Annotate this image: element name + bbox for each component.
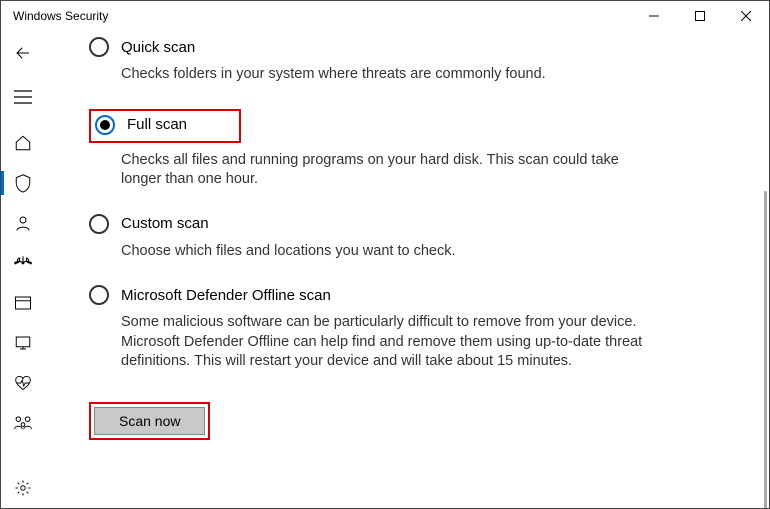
scan-option-quick: Quick scan Checks folders in your system…: [89, 37, 729, 85]
option-description: Checks folders in your system where thre…: [121, 65, 661, 85]
radio-custom-scan[interactable]: Custom scan: [89, 214, 729, 234]
scrollbar[interactable]: [761, 61, 767, 506]
radio-label: Custom scan: [121, 215, 209, 232]
close-button[interactable]: [723, 1, 769, 31]
maximize-button[interactable]: [677, 1, 723, 31]
radio-full-scan[interactable]: Full scan: [95, 115, 187, 135]
radio-quick-scan[interactable]: Quick scan: [89, 37, 729, 57]
scan-option-custom: Custom scan Choose which files and locat…: [89, 214, 729, 262]
nav-account-protection[interactable]: [1, 203, 45, 243]
window-frame: Windows Security: [0, 0, 770, 509]
option-description: Some malicious software can be particula…: [121, 313, 661, 372]
nav-device-security[interactable]: [1, 323, 45, 363]
nav-app-browser-control[interactable]: [1, 283, 45, 323]
radio-label: Full scan: [127, 116, 187, 133]
option-description: Checks all files and running programs on…: [121, 151, 661, 190]
body: Quick scan Checks folders in your system…: [1, 31, 769, 508]
scan-option-full: Full scan Checks all files and running p…: [89, 109, 729, 190]
titlebar: Windows Security: [1, 1, 769, 31]
scan-now-button[interactable]: Scan now: [94, 407, 205, 435]
nav-virus-protection[interactable]: [1, 163, 45, 203]
menu-button[interactable]: [1, 77, 45, 117]
window-controls: [631, 1, 769, 31]
back-button[interactable]: [1, 35, 45, 71]
highlight-annotation: Full scan: [89, 109, 241, 143]
radio-label: Microsoft Defender Offline scan: [121, 287, 331, 304]
nav-device-performance[interactable]: [1, 363, 45, 403]
window-title: Windows Security: [13, 9, 108, 23]
sidebar: [1, 31, 45, 508]
nav-settings[interactable]: [1, 468, 45, 508]
radio-label: Quick scan: [121, 39, 195, 56]
radio-icon: [89, 214, 109, 234]
option-description: Choose which files and locations you wan…: [121, 242, 661, 262]
radio-offline-scan[interactable]: Microsoft Defender Offline scan: [89, 285, 729, 305]
scan-now-container: Scan now: [89, 402, 729, 440]
nav-firewall[interactable]: [1, 243, 45, 283]
radio-icon: [89, 285, 109, 305]
scrollbar-thumb[interactable]: [764, 191, 767, 508]
nav-home[interactable]: [1, 123, 45, 163]
radio-icon: [95, 115, 115, 135]
scan-option-offline: Microsoft Defender Offline scan Some mal…: [89, 285, 729, 372]
content-area: Quick scan Checks folders in your system…: [45, 31, 769, 508]
highlight-annotation: Scan now: [89, 402, 210, 440]
minimize-button[interactable]: [631, 1, 677, 31]
nav-family-options[interactable]: [1, 403, 45, 443]
radio-icon: [89, 37, 109, 57]
